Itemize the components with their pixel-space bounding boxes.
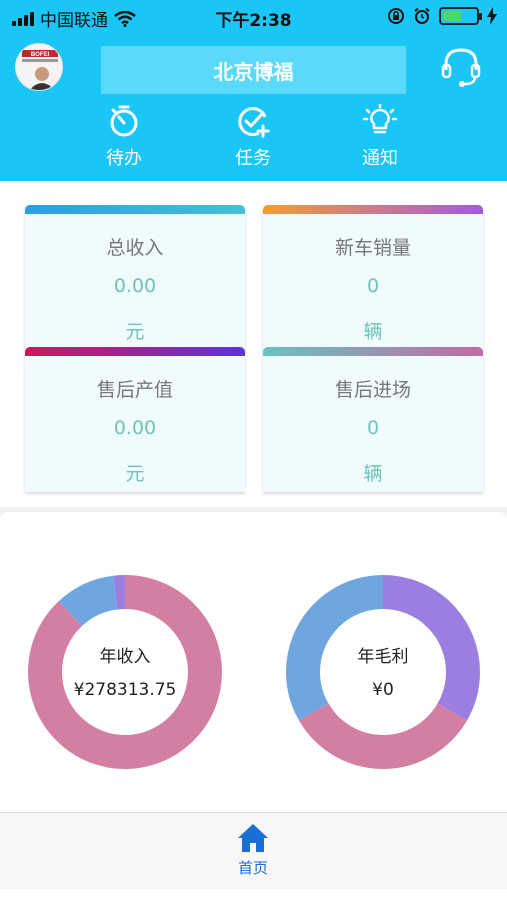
stat-card-aftersales-output[interactable]: 售后产值 0.00 元 [25, 347, 245, 492]
stat-unit: 元 [125, 321, 145, 343]
nav-tasks[interactable]: 任务 [213, 104, 293, 170]
donut-title: 年收入 [99, 647, 151, 667]
stats-panel: 总收入 0.00 元 新车销量 0 辆 售后产值 0.00 元 售后进场 0 辆 [0, 181, 507, 507]
stopwatch-icon [110, 105, 138, 137]
battery-icon [439, 7, 482, 25]
home-icon [238, 824, 268, 852]
card-accent-bar [263, 205, 483, 214]
bottom-safe-area [0, 890, 507, 900]
stat-card-new-car-sales[interactable]: 新车销量 0 辆 [263, 205, 483, 350]
stat-value: 0 [366, 275, 380, 297]
stat-unit: 辆 [363, 321, 383, 343]
charts-panel: 年收入 ¥278313.75 年毛利 ¥0 [0, 512, 507, 812]
donut-value: ¥278313.75 [73, 680, 177, 700]
stat-label: 售后产值 [96, 379, 173, 401]
nav-todo[interactable]: 待办 [84, 104, 164, 170]
nav-notice-label: 通知 [362, 148, 398, 169]
stat-label: 总收入 [106, 237, 164, 259]
alarm-icon [414, 7, 430, 24]
donut-title: 年毛利 [357, 647, 409, 667]
card-accent-bar [25, 347, 245, 356]
rotation-lock-icon [388, 8, 404, 24]
header: 中国联通 下午2:38 BOFEI 北京博福 待办 任务 通知 [0, 0, 507, 181]
stat-card-aftersales-visits[interactable]: 售后进场 0 辆 [263, 347, 483, 492]
charging-icon [487, 7, 497, 25]
tab-home-label: 首页 [237, 859, 268, 877]
avatar-logo-text: BOFEI [31, 52, 50, 58]
nav-notice[interactable]: 通知 [340, 104, 420, 170]
customer-service-button[interactable] [438, 44, 484, 90]
nav-todo-label: 待办 [106, 148, 142, 169]
lightbulb-icon [363, 104, 397, 134]
donut-value: ¥0 [372, 680, 394, 700]
status-bar: 中国联通 下午2:38 [0, 0, 507, 34]
check-circle-plus-icon [238, 107, 270, 138]
headset-icon [441, 48, 481, 87]
stat-unit: 元 [125, 463, 145, 485]
stat-unit: 辆 [363, 463, 383, 485]
nav-tasks-label: 任务 [235, 148, 271, 169]
tab-home[interactable]: 首页 [223, 823, 283, 878]
annual-gross-profit-label: 年毛利 ¥0 [283, 572, 483, 772]
card-accent-bar [263, 347, 483, 356]
avatar[interactable]: BOFEI [15, 43, 63, 91]
stat-value: 0.00 [113, 417, 157, 439]
annual-income-label: 年收入 ¥278313.75 [25, 572, 225, 772]
stat-label: 售后进场 [334, 379, 411, 401]
tab-bar: 首页 [0, 812, 507, 890]
stat-card-total-income[interactable]: 总收入 0.00 元 [25, 205, 245, 350]
card-accent-bar [25, 205, 245, 214]
stat-value: 0 [366, 417, 380, 439]
store-title[interactable]: 北京博福 [101, 46, 406, 94]
store-title-text: 北京博福 [213, 59, 294, 84]
stat-value: 0.00 [113, 275, 157, 297]
stat-label: 新车销量 [334, 237, 411, 259]
